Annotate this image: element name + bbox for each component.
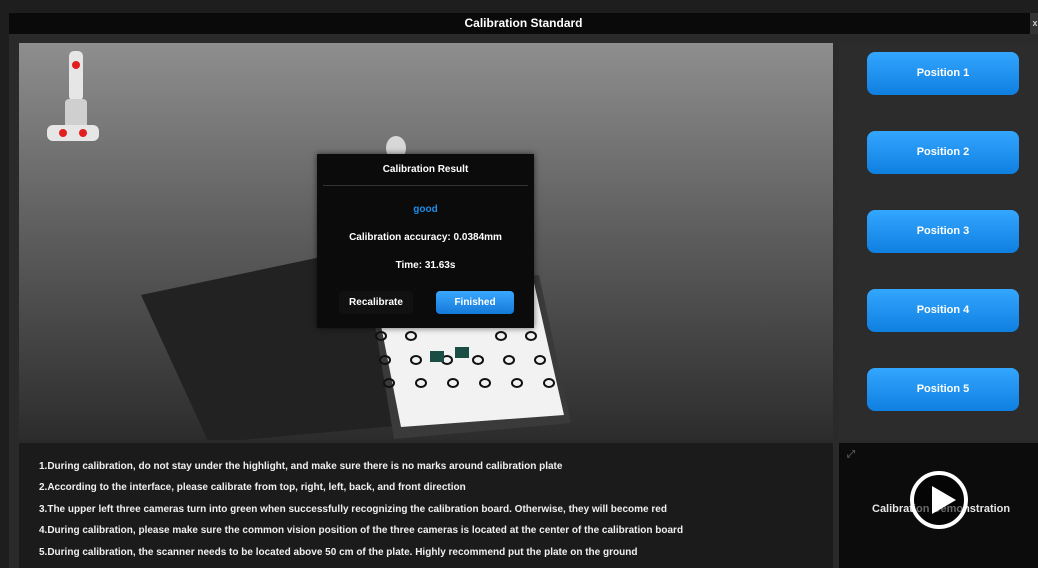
instruction-1: 1.During calibration, do not stay under … [39,461,563,472]
dialog-title: Calibration Result [382,164,469,175]
instruction-4: 4.During calibration, please make sure t… [39,525,684,536]
title-bar: Calibration Standard x [9,13,1038,34]
calibration-marker [430,351,444,362]
close-button[interactable]: x [1030,13,1038,34]
camera-status-left [59,129,67,137]
calibration-accuracy: Calibration accuracy: 0.0384mm [349,232,502,243]
play-button[interactable] [910,471,968,529]
position-4-button[interactable]: Position 4 [867,289,1019,332]
calibration-demo-video[interactable]: ⤢ Calibration Demonstration [839,443,1038,568]
instruction-3: 3.The upper left three cameras turn into… [39,504,667,515]
calibration-marker [455,347,469,358]
camera-status-top [72,61,80,69]
result-status: good [413,204,438,215]
finished-button[interactable]: Finished [436,291,514,314]
calibration-result-dialog: Calibration Result good Calibration accu… [317,154,534,328]
instruction-5: 5.During calibration, the scanner needs … [39,547,638,558]
camera-status-right [79,129,87,137]
calibration-time: Time: 31.63s [395,260,456,271]
position-5-button[interactable]: Position 5 [867,368,1019,411]
position-1-button[interactable]: Position 1 [867,52,1019,95]
position-3-button[interactable]: Position 3 [867,210,1019,253]
play-icon [932,486,956,514]
window-title: Calibration Standard [464,16,583,30]
expand-icon[interactable]: ⤢ [847,449,855,460]
position-2-button[interactable]: Position 2 [867,131,1019,174]
instructions-panel: 1.During calibration, do not stay under … [19,443,833,568]
instruction-2: 2.According to the interface, please cal… [39,482,466,493]
scanner-icon [47,51,99,141]
dialog-divider [323,185,528,186]
recalibrate-button[interactable]: Recalibrate [339,291,413,314]
